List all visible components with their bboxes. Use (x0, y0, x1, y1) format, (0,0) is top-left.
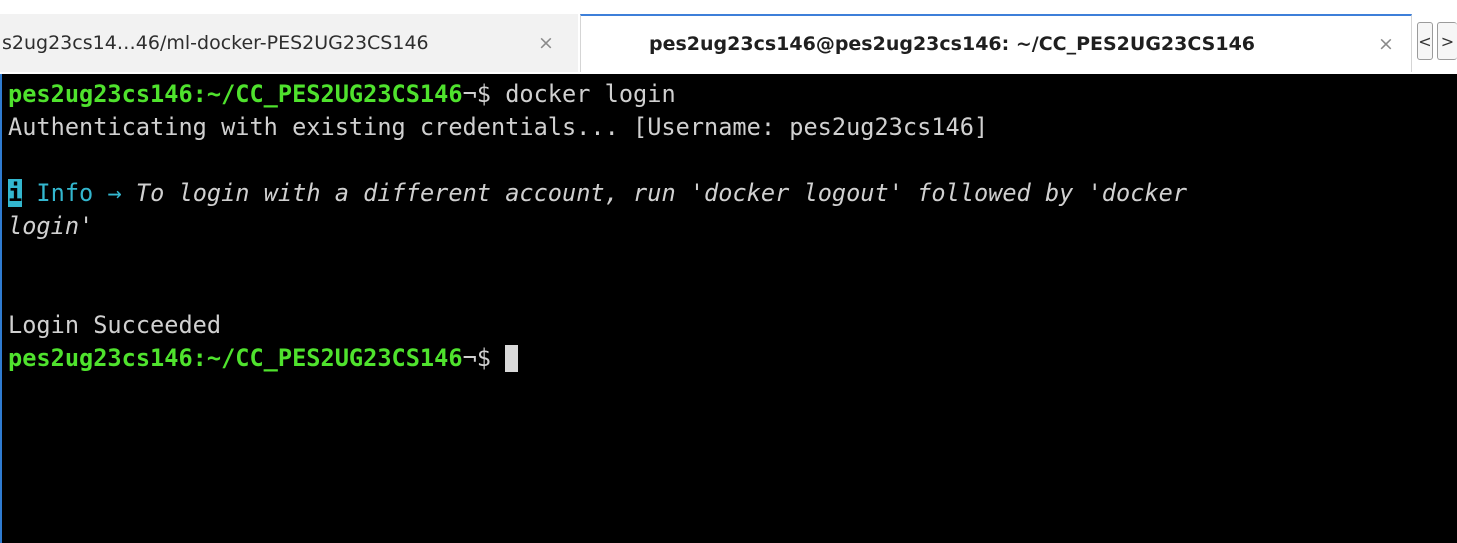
close-icon[interactable]: × (538, 32, 554, 54)
terminal-line: Authenticating with existing credentials… (8, 111, 1457, 144)
tab-label: s2ug23cs14…46/ml-docker-PES2UG23CS146 (2, 32, 429, 54)
prompt: pes2ug23cs146:~/CC_PES2UG23CS146 (8, 80, 463, 108)
arrow-icon: → (107, 179, 136, 207)
info-icon: i (8, 179, 23, 207)
terminal-line: login' (8, 210, 1457, 243)
terminal-line: Login Succeeded (8, 309, 1457, 342)
terminal-output[interactable]: pes2ug23cs146:~/CC_PES2UG23CS146¬$ docke… (0, 74, 1457, 543)
text-cursor (505, 345, 519, 372)
tab-bar: s2ug23cs14…46/ml-docker-PES2UG23CS146 × … (0, 0, 1457, 74)
prompt: pes2ug23cs146:~/CC_PES2UG23CS146 (8, 344, 463, 372)
prompt-symbol: ¬$ (462, 344, 506, 372)
success-message: Login Succeeded (8, 311, 222, 339)
tab-scroll-right-button[interactable]: > (1437, 22, 1457, 60)
auth-message: Authenticating with existing credentials… (8, 113, 989, 141)
terminal-line: pes2ug23cs146:~/CC_PES2UG23CS146¬$ (8, 342, 1457, 375)
terminal-window: s2ug23cs14…46/ml-docker-PES2UG23CS146 × … (0, 0, 1457, 543)
tab-ml-docker[interactable]: s2ug23cs14…46/ml-docker-PES2UG23CS146 × (0, 14, 578, 72)
close-icon[interactable]: × (1378, 33, 1394, 55)
prompt-symbol: ¬$ (462, 80, 506, 108)
command-text: docker login (505, 80, 676, 108)
tab-cc-pes2ug23cs146[interactable]: pes2ug23cs146@pes2ug23cs146: ~/CC_PES2UG… (580, 14, 1412, 72)
tab-scroll-left-button[interactable]: < (1417, 22, 1433, 60)
info-message: To login with a different account, run '… (135, 179, 1188, 207)
info-label: Info (22, 179, 108, 207)
info-message-continued: login' (8, 212, 94, 240)
terminal-line: i Info → To login with a different accou… (8, 177, 1457, 210)
terminal-line: pes2ug23cs146:~/CC_PES2UG23CS146¬$ docke… (8, 78, 1457, 111)
tab-label: pes2ug23cs146@pes2ug23cs146: ~/CC_PES2UG… (649, 33, 1256, 55)
